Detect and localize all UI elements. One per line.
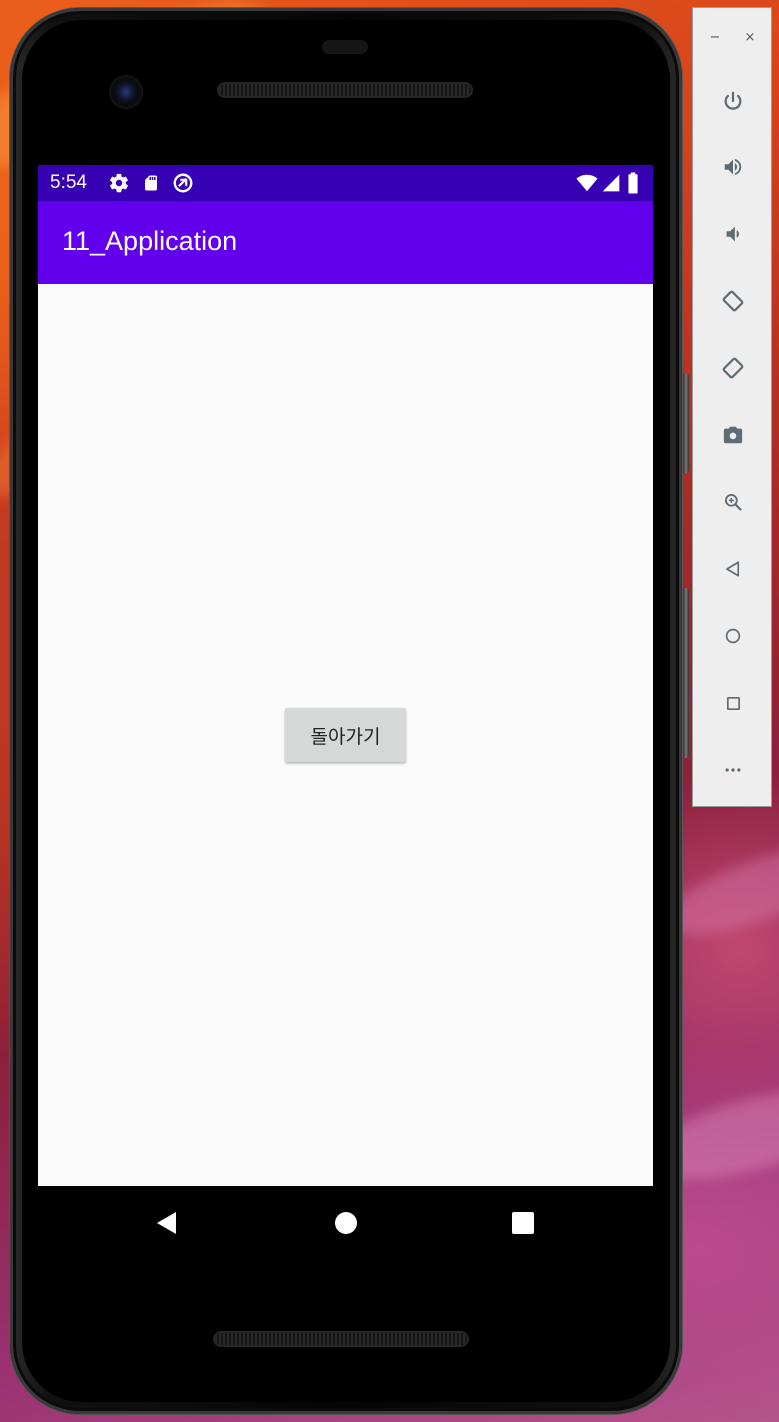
app-title: 11_Application xyxy=(62,226,238,256)
emulator-overview-button[interactable] xyxy=(718,688,748,718)
system-nav-bar xyxy=(38,1186,653,1258)
app-bar: 11_Application xyxy=(38,201,653,284)
camera-icon xyxy=(723,426,743,444)
volume-up-button[interactable] xyxy=(718,152,748,182)
status-bar: 5:54 xyxy=(38,165,653,201)
rotate-left-icon xyxy=(722,290,744,312)
volume-down-button[interactable] xyxy=(718,219,748,249)
emulator-back-button[interactable] xyxy=(718,554,748,584)
back-triangle-icon[interactable] xyxy=(154,1210,180,1236)
sd-card-icon xyxy=(145,175,157,191)
recents-square-icon[interactable] xyxy=(510,1210,536,1236)
rotate-left-button[interactable] xyxy=(718,286,748,316)
power-icon xyxy=(724,91,742,110)
volume-up-icon xyxy=(724,158,742,176)
home-icon xyxy=(725,628,741,644)
more-icon xyxy=(725,768,741,772)
front-camera-icon xyxy=(111,77,141,107)
status-time: 5:54 xyxy=(50,172,87,193)
data-saver-icon xyxy=(173,173,193,193)
rotate-right-icon xyxy=(722,357,744,379)
front-sensor xyxy=(322,40,368,54)
zoom-icon xyxy=(725,494,742,511)
battery-icon xyxy=(628,172,638,194)
bottom-speaker-grille xyxy=(215,1333,467,1345)
power-button[interactable] xyxy=(718,86,748,116)
desktop-wallpaper: 5:54 11_Application 돌아가기 − × xyxy=(0,0,779,1422)
side-power-button xyxy=(683,373,689,473)
back-icon xyxy=(726,561,740,577)
cell-signal-icon xyxy=(602,174,620,192)
gear-icon xyxy=(110,173,128,193)
device-screen: 5:54 11_Application 돌아가기 xyxy=(38,165,653,1186)
close-button[interactable]: × xyxy=(742,30,758,46)
minimize-button[interactable]: − xyxy=(707,30,723,46)
app-content: 돌아가기 xyxy=(38,284,653,1186)
rotate-right-button[interactable] xyxy=(718,353,748,383)
more-options-button[interactable] xyxy=(718,755,748,785)
home-circle-icon[interactable] xyxy=(333,1210,359,1236)
emulator-home-button[interactable] xyxy=(718,621,748,651)
emulator-toolbar: − × xyxy=(692,7,772,807)
go-back-button[interactable]: 돌아가기 xyxy=(285,708,406,762)
side-volume-rocker xyxy=(683,588,689,758)
volume-down-icon xyxy=(726,226,739,242)
top-speaker-grille xyxy=(219,84,471,96)
wifi-icon xyxy=(576,174,598,192)
overview-icon xyxy=(726,696,740,710)
screenshot-button[interactable] xyxy=(718,420,748,450)
zoom-button[interactable] xyxy=(718,487,748,517)
